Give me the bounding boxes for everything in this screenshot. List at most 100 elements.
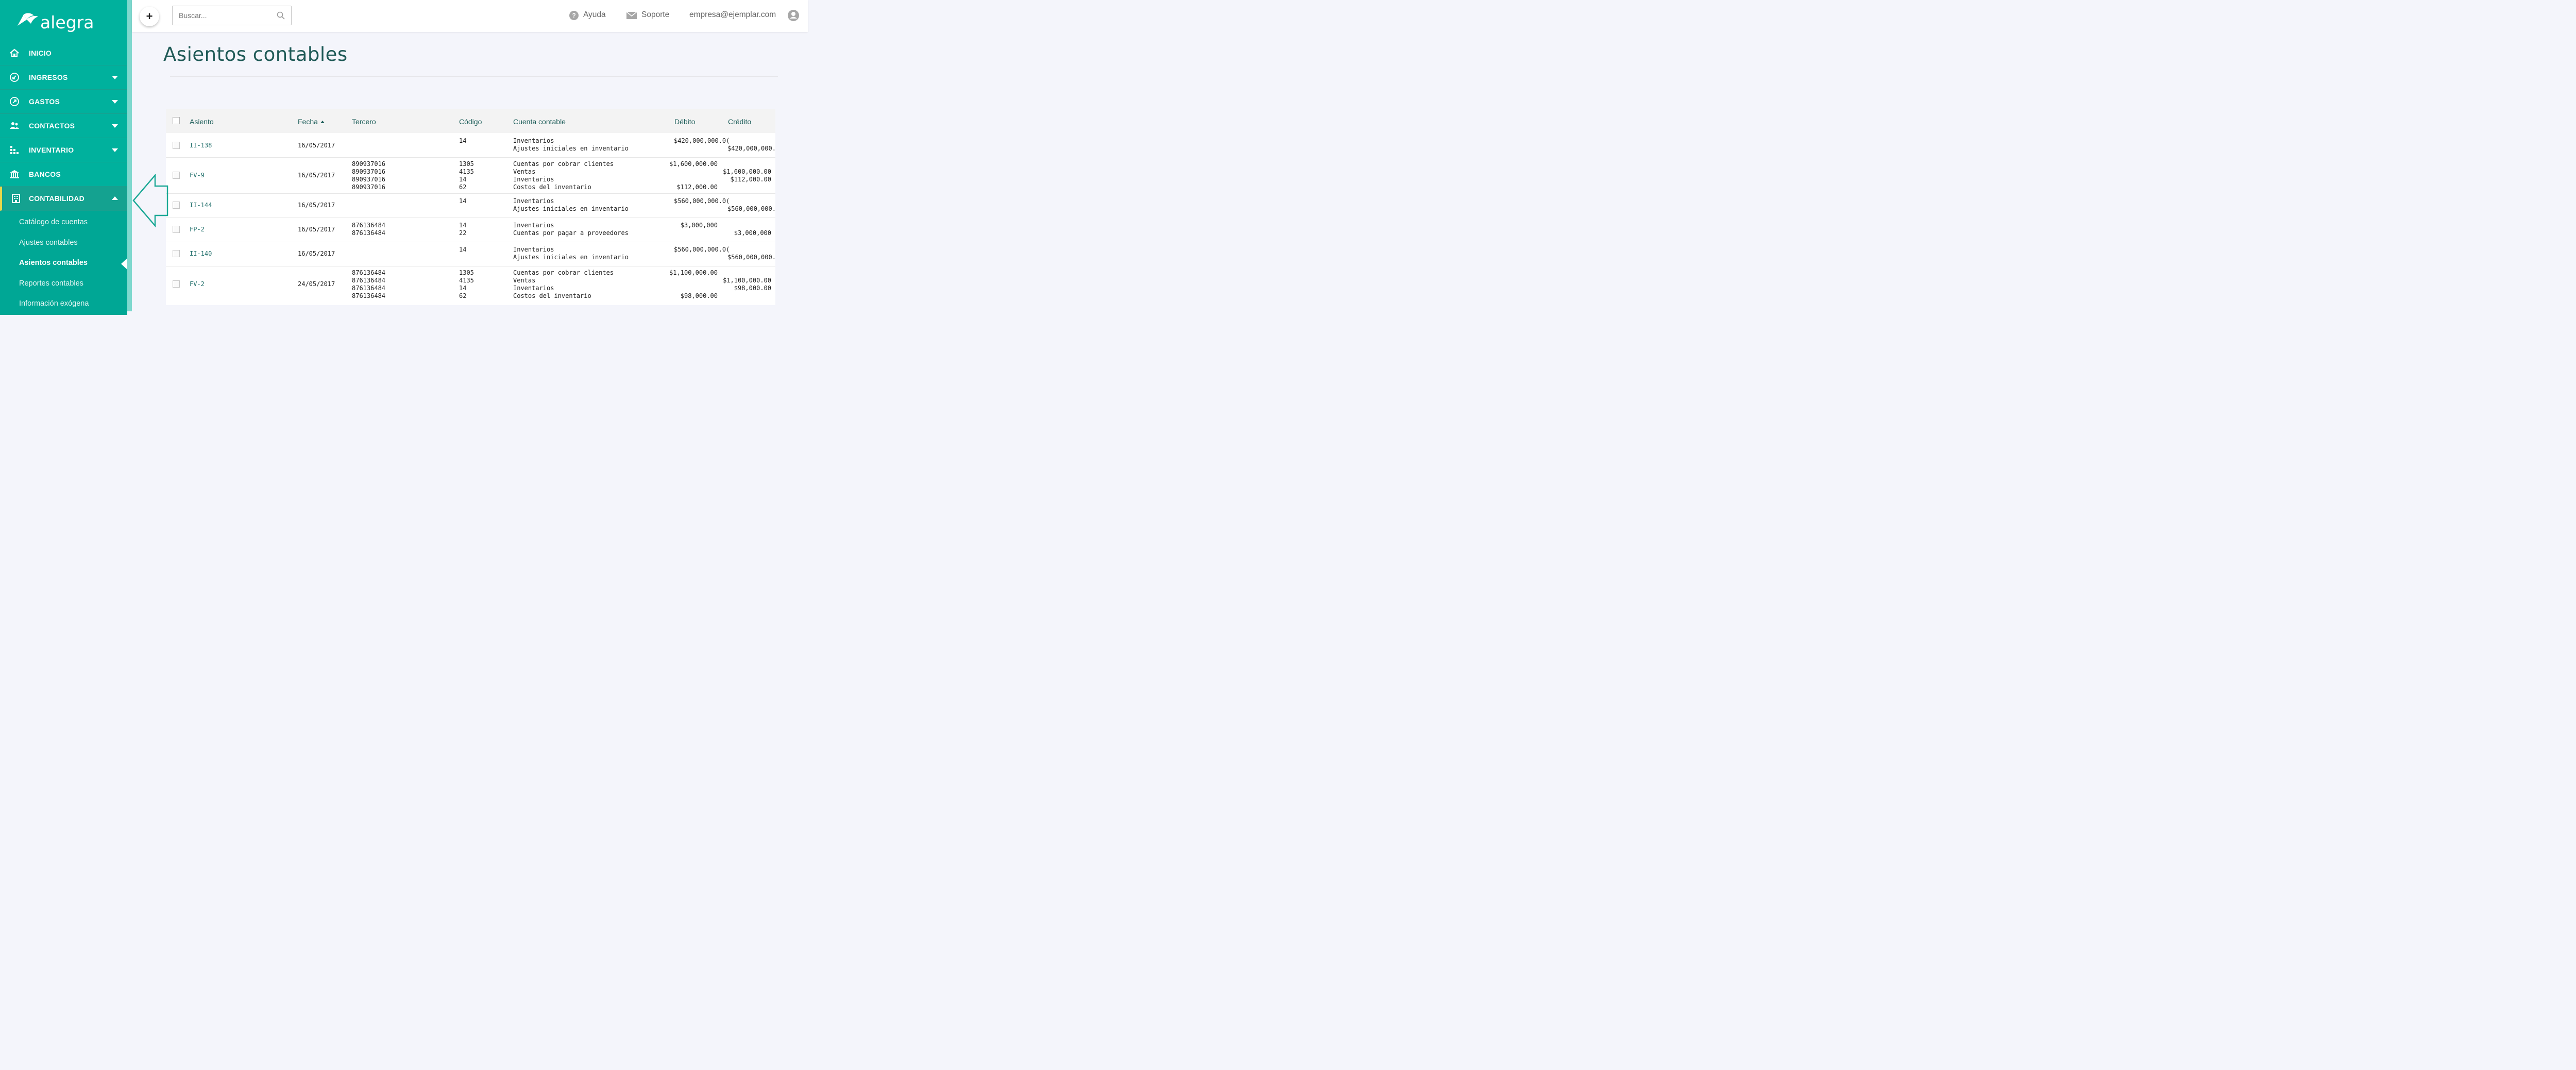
sidebar-item-label: INGRESOS	[29, 73, 68, 81]
sidebar-item-contabilidad[interactable]: CONTABILIDAD	[0, 187, 127, 211]
entry-code: 1305 4135 14 62	[459, 269, 474, 299]
entry-id-link[interactable]: FP-2	[190, 226, 205, 233]
sidebar-item-inventario[interactable]: INVENTARIO	[0, 138, 127, 162]
entry-id-link[interactable]: FV-9	[190, 172, 205, 179]
entry-third-party: 876136484 876136484	[352, 222, 386, 237]
entry-credit: $1,100,000.00 $98,000.00	[723, 277, 771, 292]
bank-icon	[10, 170, 19, 178]
table-row[interactable]: FV-9 16/05/2017 890937016 890937016 8909…	[166, 158, 775, 194]
table-row[interactable]: II-138 16/05/2017 14 Inventarios Ajustes…	[166, 133, 775, 158]
user-email[interactable]: empresa@ejemplar.com	[689, 10, 776, 20]
user-avatar-icon[interactable]	[787, 9, 800, 22]
sidebar-subitem-exogena[interactable]: Información exógena	[0, 294, 127, 315]
subitem-label: Catálogo de cuentas	[19, 218, 88, 226]
row-checkbox[interactable]	[173, 202, 180, 209]
expenses-icon	[10, 97, 19, 106]
sidebar-item-gastos[interactable]: GASTOS	[0, 90, 127, 114]
mail-icon[interactable]	[626, 12, 637, 19]
chevron-down-icon	[112, 100, 118, 104]
entry-id-link[interactable]: II-138	[190, 142, 212, 149]
entry-code: 14	[459, 246, 467, 253]
row-checkbox[interactable]	[173, 172, 180, 179]
entry-account: Inventarios Cuentas por pagar a proveedo…	[513, 222, 629, 237]
search-icon[interactable]	[277, 11, 285, 20]
entry-account: Inventarios Ajustes iniciales en inventa…	[513, 246, 629, 261]
table-row[interactable]: FV-2 24/05/2017 876136484 876136484 8761…	[166, 266, 775, 303]
alegra-logo[interactable]: alegra	[16, 9, 94, 34]
column-header-debito[interactable]: Débito	[674, 118, 695, 126]
table-row[interactable]: II-144 16/05/2017 14 Inventarios Ajustes…	[166, 194, 775, 218]
entry-debit: $420,000,000.0(	[674, 137, 730, 144]
column-header-label: Fecha	[298, 118, 318, 126]
entry-third-party: 890937016 890937016 890937016 890937016	[352, 160, 386, 191]
entry-debit: $1,100,000.00 $98,000.00	[669, 269, 718, 299]
sort-ascending-icon	[320, 121, 325, 123]
table-row[interactable]: FP-2 16/05/2017 876136484 876136484 14 2…	[166, 218, 775, 242]
entry-id-link[interactable]: II-144	[190, 202, 212, 209]
logo-text: alegra	[40, 12, 94, 32]
sidebar-subitem-catalogo[interactable]: Catálogo de cuentas	[0, 213, 127, 233]
row-checkbox[interactable]	[173, 226, 180, 233]
column-header-cuenta[interactable]: Cuenta contable	[513, 118, 566, 126]
sidebar-subitem-asientos[interactable]: Asientos contables	[0, 254, 127, 274]
table-row[interactable]: II-140 16/05/2017 14 Inventarios Ajustes…	[166, 242, 775, 266]
column-header-tercero[interactable]: Tercero	[352, 118, 376, 126]
sidebar-subitem-ajustes[interactable]: Ajustes contables	[0, 233, 127, 254]
top-bar: + ? Ayuda Soporte empresa@ejemplar.com	[132, 0, 808, 32]
sidebar-item-inicio[interactable]: INICIO	[0, 41, 127, 65]
subitem-label: Reportes contables	[19, 279, 83, 288]
chevron-up-icon	[112, 196, 118, 200]
add-button[interactable]: +	[140, 7, 159, 26]
sidebar-item-bancos[interactable]: BANCOS	[0, 162, 127, 187]
entry-date: 16/05/2017	[298, 172, 335, 179]
sidebar-edge	[127, 0, 132, 311]
page-title: Asientos contables	[163, 43, 348, 65]
journal-entries-table: Asiento Fecha Tercero Código Cuenta cont…	[166, 109, 775, 305]
entry-account: Cuentas por cobrar clientes Ventas Inven…	[513, 269, 614, 299]
sidebar-item-label: CONTACTOS	[29, 122, 75, 130]
help-link[interactable]: Ayuda	[583, 10, 606, 20]
sidebar-item-label: CONTABILIDAD	[29, 194, 84, 203]
sidebar-subitem-reportes[interactable]: Reportes contables	[0, 274, 127, 295]
subitem-label: Ajustes contables	[19, 238, 78, 247]
entry-code: 14 22	[459, 222, 467, 237]
row-checkbox[interactable]	[173, 142, 180, 149]
entry-debit: $560,000,000.0(	[674, 246, 730, 253]
search-input[interactable]	[173, 6, 283, 25]
entry-date: 16/05/2017	[298, 142, 335, 149]
entry-code: 14	[459, 197, 467, 205]
sidebar-item-ingresos[interactable]: INGRESOS	[0, 65, 127, 90]
column-header-credito[interactable]: Crédito	[728, 118, 751, 126]
entry-credit: $560,000,000.0(	[727, 254, 775, 261]
entry-id-link[interactable]: FV-2	[190, 280, 205, 288]
income-icon	[10, 73, 19, 82]
row-checkbox[interactable]	[173, 280, 180, 288]
column-header-asiento[interactable]: Asiento	[190, 118, 214, 126]
entry-account: Inventarios Ajustes iniciales en inventa…	[513, 137, 629, 152]
sidebar-item-contactos[interactable]: CONTACTOS	[0, 114, 127, 138]
support-link[interactable]: Soporte	[641, 10, 669, 20]
sidebar-item-label: BANCOS	[29, 170, 61, 178]
row-checkbox[interactable]	[173, 250, 180, 257]
search-box	[172, 6, 292, 25]
sidebar-item-label: INICIO	[29, 49, 52, 57]
entry-account: Inventarios Ajustes iniciales en inventa…	[513, 197, 629, 212]
entry-third-party: 876136484 876136484 876136484 876136484	[352, 269, 386, 299]
entry-credit: $420,000,000.0(	[727, 145, 775, 152]
subitem-label: Información exógena	[19, 299, 89, 308]
accounting-icon	[12, 194, 20, 203]
entry-account: Cuentas por cobrar clientes Ventas Inven…	[513, 160, 614, 191]
entry-id-link[interactable]: II-140	[190, 250, 212, 258]
column-header-codigo[interactable]: Código	[459, 118, 482, 126]
help-icon[interactable]: ?	[569, 11, 579, 20]
column-header-fecha[interactable]: Fecha	[298, 118, 325, 126]
entry-date: 16/05/2017	[298, 226, 335, 233]
table-header: Asiento Fecha Tercero Código Cuenta cont…	[166, 109, 775, 133]
current-page-pointer	[121, 258, 127, 270]
entry-debit: $1,600,000.00 $112,000.00	[669, 160, 718, 191]
entry-credit: $1,600,000.00 $112,000.00	[723, 168, 771, 183]
select-all-checkbox[interactable]	[173, 117, 180, 124]
chevron-down-icon	[112, 76, 118, 79]
sidebar-item-label: GASTOS	[29, 97, 60, 106]
entry-code: 14	[459, 137, 467, 144]
